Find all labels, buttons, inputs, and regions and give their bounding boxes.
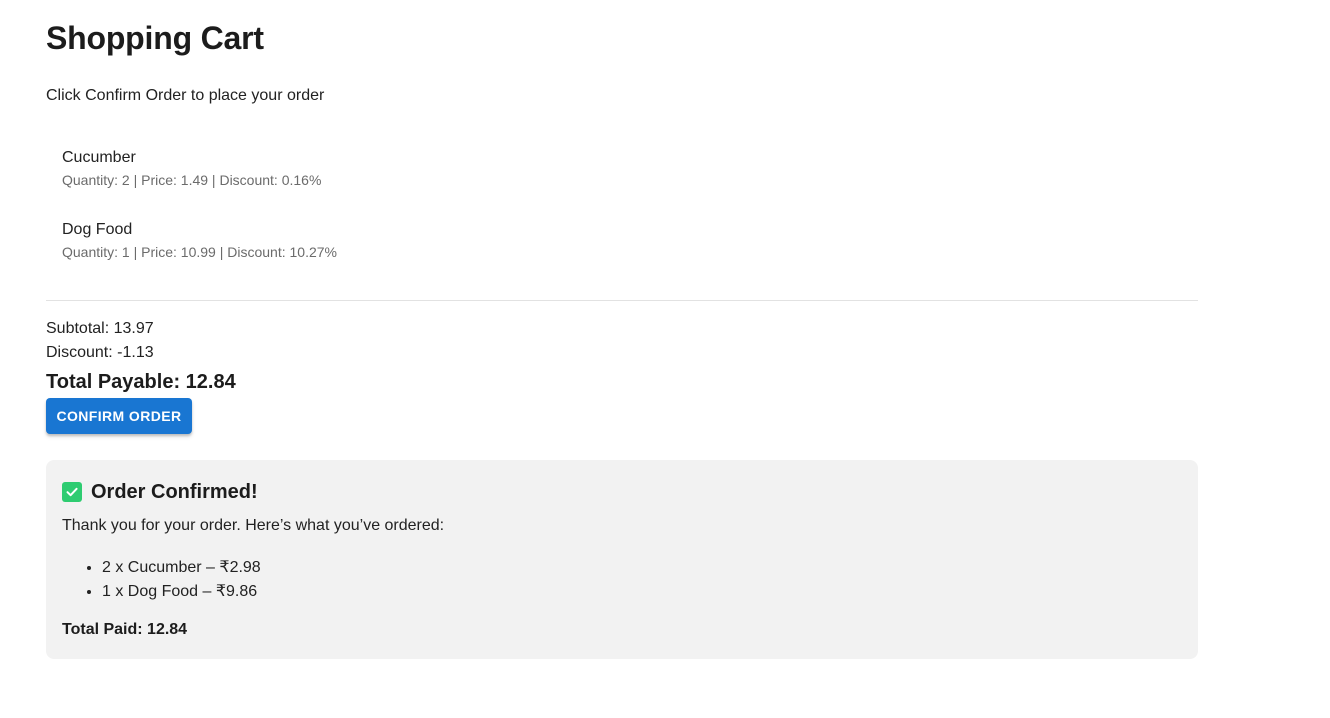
total-payable: Total Payable: 12.84 [46,371,236,393]
check-square-icon [62,482,82,502]
order-confirmation-panel: Order Confirmed! Thank you for your orde… [46,460,1198,659]
subtotal: Subtotal: 13.97 [46,320,154,337]
page: Shopping Cart Click Confirm Order to pla… [0,0,1330,718]
discount-total: Discount: -1.13 [46,344,154,361]
divider [46,300,1198,301]
item-details: Quantity: 1 | Price: 10.99 | Discount: 1… [62,244,337,260]
item-name: Cucumber [62,149,136,166]
list-item: 1 x Dog Food – ₹9.86 [102,580,261,604]
list-item: Dog Food Quantity: 1 | Price: 10.99 | Di… [62,218,337,290]
confirmation-message: Thank you for your order. Here’s what yo… [62,517,445,534]
instruction-text: Click Confirm Order to place your order [46,87,325,104]
page-title: Shopping Cart [46,20,264,56]
item-name: Dog Food [62,221,133,238]
confirmation-header: Order Confirmed! [62,480,258,504]
ordered-items-list: 2 x Cucumber – ₹2.98 1 x Dog Food – ₹9.8… [62,556,261,604]
list-item: Cucumber Quantity: 2 | Price: 1.49 | Dis… [62,146,337,218]
list-item: 2 x Cucumber – ₹2.98 [102,556,261,580]
cart-item-list: Cucumber Quantity: 2 | Price: 1.49 | Dis… [62,146,337,290]
confirmation-title: Order Confirmed! [91,481,258,503]
total-paid: Total Paid: 12.84 [62,621,188,638]
confirm-order-button[interactable]: Confirm Order [46,398,192,434]
item-details: Quantity: 2 | Price: 1.49 | Discount: 0.… [62,172,322,188]
